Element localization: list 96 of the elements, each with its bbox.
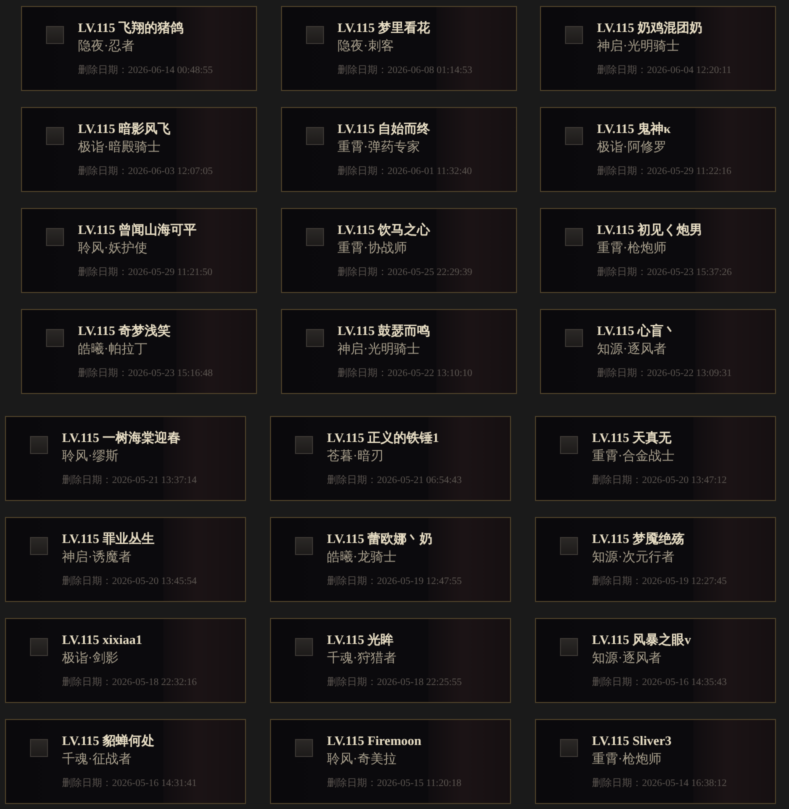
deletion-date: 删除日期：2026-06-03 12:07:05 [78,165,213,178]
character-title: LV.115 飞翔的猪鸽 [78,19,184,37]
character-title: LV.115 貂蝉何处 [62,732,154,750]
character-class: 极诣·阿修罗 [597,138,666,156]
deletion-date: 删除日期：2026-05-22 13:10:10 [338,367,472,380]
character-title: LV.115 初见く炮男 [597,221,702,239]
character-title: LV.115 正义的铁锤1 [327,429,439,447]
character-class: 隐夜·忍者 [78,37,134,55]
character-title: LV.115 心盲丶 [597,322,676,340]
checkbox[interactable] [560,537,578,555]
deletion-date: 删除日期：2026-05-15 11:20:18 [327,777,462,790]
deletion-date: 删除日期：2026-05-19 12:27:45 [592,575,727,588]
character-class: 隐夜·刺客 [338,37,394,55]
character-title: LV.115 Firemoon [327,732,422,750]
deletion-date: 删除日期：2026-05-23 15:16:48 [78,367,213,380]
checkbox[interactable] [565,228,583,246]
character-title: LV.115 xixiaa1 [62,631,142,649]
character-title: LV.115 光眸 [327,631,394,649]
character-class: 聆风·缪斯 [62,447,118,465]
deletion-date: 删除日期：2026-05-29 11:22:16 [597,165,732,178]
checkbox[interactable] [565,26,583,44]
character-class: 重霄·枪炮师 [592,750,662,768]
character-title: LV.115 罪业丛生 [62,530,154,548]
character-class: 聆风·奇美拉 [327,750,396,768]
character-class: 聆风·妖护使 [78,239,148,257]
checkbox[interactable] [306,26,324,44]
character-class: 重霄·协战师 [338,239,407,257]
character-class: 重霄·合金战士 [592,447,674,465]
deletion-date: 删除日期：2026-05-16 14:35:43 [592,676,727,689]
character-class: 皓曦·龙骑士 [327,548,396,566]
character-class: 知源·逐风者 [592,649,662,667]
character-title: LV.115 暗影风飞 [78,120,170,138]
character-title: LV.115 Sliver3 [592,732,672,750]
character-title: LV.115 鼓瑟而鸣 [338,322,430,340]
character-title: LV.115 饮马之心 [338,221,430,239]
checkbox[interactable] [560,436,578,454]
deletion-date: 删除日期：2026-05-25 22:29:39 [338,266,472,279]
character-class: 千魂·征战者 [62,750,132,768]
checkbox[interactable] [30,638,48,656]
checkbox[interactable] [46,228,64,246]
character-title: LV.115 梦里看花 [338,19,430,37]
checkbox[interactable] [295,638,313,656]
deletion-date: 删除日期：2026-05-20 13:45:54 [62,575,197,588]
character-class: 神启·光明骑士 [338,340,420,358]
deletion-date: 删除日期：2026-06-01 11:32:40 [338,165,472,178]
character-title: LV.115 自始而终 [338,120,430,138]
character-class: 皓曦·帕拉丁 [78,340,148,358]
checkbox[interactable] [560,739,578,757]
character-title: LV.115 鬼神κ [597,120,671,138]
character-class: 极诣·剑影 [62,649,118,667]
deletion-date: 删除日期：2026-05-22 13:09:31 [597,367,732,380]
character-class: 极诣·暗殿骑士 [78,138,160,156]
character-class: 神启·诱魔者 [62,548,132,566]
deletion-date: 删除日期：2026-05-21 06:54:43 [327,474,462,487]
character-class: 苍暮·暗刃 [327,447,384,465]
character-class: 知源·逐风者 [597,340,666,358]
checkbox[interactable] [565,127,583,145]
character-title: LV.115 梦魇绝殇 [592,530,684,548]
checkbox[interactable] [295,436,313,454]
deletion-date: 删除日期：2026-05-23 15:37:26 [597,266,732,279]
deletion-date: 删除日期：2026-05-18 22:32:16 [62,676,197,689]
checkbox[interactable] [560,638,578,656]
character-title: LV.115 奇梦浅笑 [78,322,170,340]
character-class: 神启·光明骑士 [597,37,680,55]
deletion-date: 删除日期：2026-05-16 14:31:41 [62,777,197,790]
checkbox[interactable] [30,739,48,757]
checkbox[interactable] [46,329,64,347]
character-title: LV.115 风暴之眼v [592,631,691,649]
checkbox[interactable] [565,329,583,347]
checkbox[interactable] [306,329,324,347]
deletion-date: 删除日期：2026-06-04 12:20:11 [597,64,732,77]
character-title: LV.115 天真无 [592,429,672,447]
character-title: LV.115 一树海棠迎春 [62,429,180,447]
checkbox[interactable] [306,127,324,145]
deletion-date: 删除日期：2026-05-14 16:38:12 [592,777,727,790]
deletion-date: 删除日期：2026-06-08 01:14:53 [338,64,472,77]
checkbox[interactable] [30,436,48,454]
character-title: LV.115 奶鸡混团奶 [597,19,702,37]
checkbox[interactable] [46,127,64,145]
character-class: 知源·次元行者 [592,548,674,566]
character-title: LV.115 曾闻山海可平 [78,221,196,239]
character-class: 千魂·狩猎者 [327,649,396,667]
character-class: 重霄·枪炮师 [597,239,666,257]
deletion-date: 删除日期：2026-05-21 13:37:14 [62,474,197,487]
deletion-date: 删除日期：2026-05-19 12:47:55 [327,575,462,588]
checkbox[interactable] [30,537,48,555]
character-class: 重霄·弹药专家 [338,138,420,156]
checkbox[interactable] [306,228,324,246]
checkbox[interactable] [295,739,313,757]
deletion-date: 删除日期：2026-05-18 22:25:55 [327,676,462,689]
checkbox[interactable] [295,537,313,555]
character-title: LV.115 蕾欧娜丶奶 [327,530,432,548]
deletion-date: 删除日期：2026-06-14 00:48:55 [78,64,213,77]
deletion-date: 删除日期：2026-05-29 11:21:50 [78,266,212,279]
checkbox[interactable] [46,26,64,44]
deletion-date: 删除日期：2026-05-20 13:47:12 [592,474,727,487]
